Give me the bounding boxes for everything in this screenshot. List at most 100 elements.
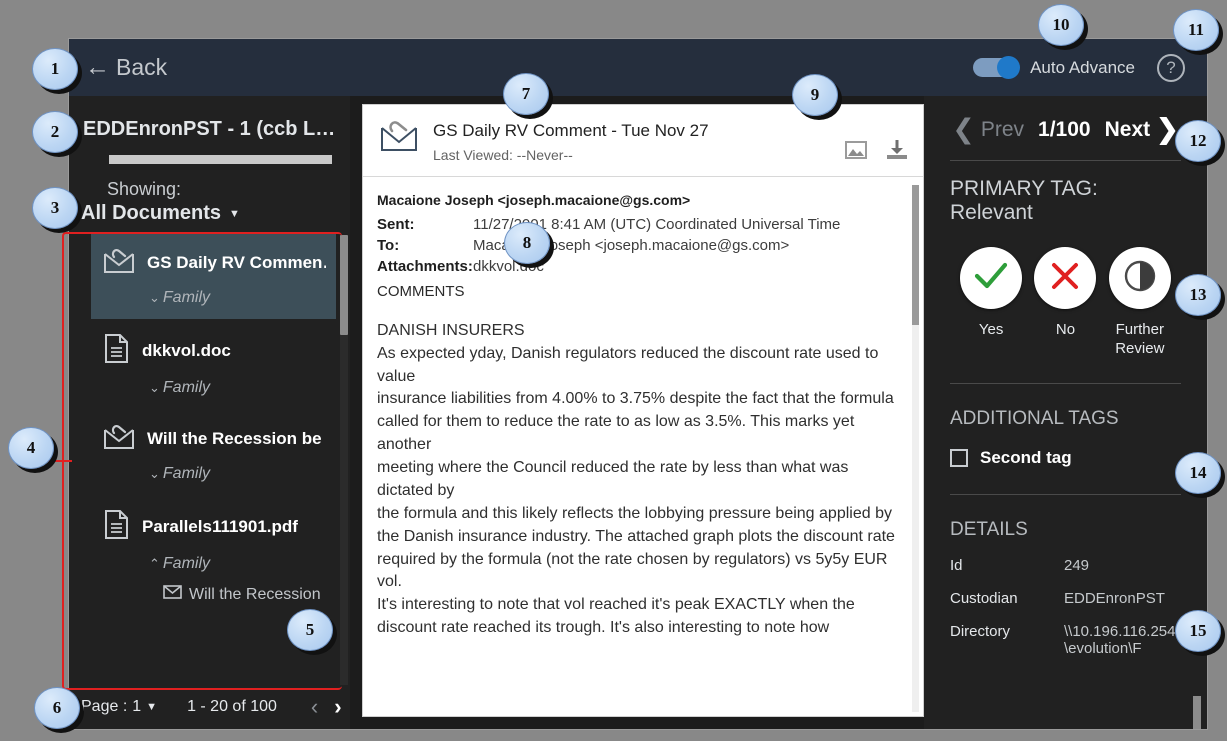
email-attachments-row: Attachments: dkkvol.doc	[377, 256, 901, 277]
email-to-row: To: Macaione Joseph <joseph.macaione@gs.…	[377, 235, 901, 256]
sidebar-title: EDDEnronPST - 1 (ccb L…	[83, 118, 336, 140]
document-filter-value: All Documents	[81, 202, 222, 224]
check-icon	[973, 261, 1009, 296]
document-list-scrollbar[interactable]	[340, 235, 348, 685]
details-key: Directory	[950, 622, 1011, 640]
email-body: DANISH INSURERS As expected yday, Danish…	[377, 321, 895, 637]
callout-14: 14	[1175, 452, 1221, 494]
email-to-key: To:	[377, 237, 400, 255]
viewer-scrollbar[interactable]	[912, 185, 919, 712]
callout-15: 15	[1175, 610, 1221, 652]
application-body: EDDEnronPST - 1 (ccb L… Showing: All Doc…	[69, 96, 1207, 729]
primary-tag-label: PRIMARY TAG: Relevant	[950, 177, 1098, 224]
divider	[950, 493, 1181, 495]
list-item[interactable]: Will the Recession be … ⌄ Family	[91, 409, 336, 495]
family-toggle[interactable]: ⌄ Family	[149, 289, 326, 307]
family-toggle[interactable]: ⌄ Family	[149, 465, 326, 483]
document-navigation: ❮ Prev 1/100 Next ❯	[950, 114, 1181, 145]
details-table: Id 249 Custodian EDDEnronPST Directory \…	[950, 557, 1181, 657]
help-icon[interactable]: ?	[1157, 53, 1185, 82]
auto-advance-toggle[interactable]	[973, 56, 1021, 79]
cross-icon	[1049, 261, 1081, 296]
viewer-actions	[845, 119, 909, 166]
family-toggle[interactable]: ⌄ Family	[149, 379, 326, 397]
document-icon	[103, 509, 130, 545]
document-viewer: GS Daily RV Comment - Tue Nov 27 Last Vi…	[362, 104, 924, 717]
tag-yes-circle	[960, 247, 1023, 309]
list-item[interactable]: GS Daily RV Commen… ⌄ Family	[91, 233, 336, 319]
second-tag-checkbox[interactable]	[950, 448, 968, 467]
prev-label: Prev	[980, 118, 1025, 141]
second-tag-checkbox-row[interactable]: Second tag	[950, 448, 1181, 468]
next-document-button[interactable]: Next ❯	[1104, 116, 1179, 143]
family-label: Family	[162, 555, 211, 572]
email-from: Macaione Joseph <joseph.macaione@gs.com>	[377, 192, 691, 208]
callout-8: 8	[504, 222, 550, 264]
tag-no-circle	[1034, 247, 1097, 309]
next-label: Next	[1104, 118, 1151, 141]
tag-further-review-button[interactable]: Further Review	[1103, 247, 1177, 359]
page-range-label: 1 - 20 of 100	[187, 698, 277, 715]
viewer-header: GS Daily RV Comment - Tue Nov 27 Last Vi…	[363, 105, 923, 177]
auto-advance-toggle-group[interactable]: Auto Advance	[973, 56, 1135, 79]
list-item-child[interactable]: Will the Recession	[163, 585, 326, 604]
application-window: ← Back Auto Advance ? EDDEnronPST - 1 (c…	[68, 38, 1208, 730]
list-item-label: GS Daily RV Commen…	[147, 253, 326, 272]
callout-7: 7	[503, 73, 549, 115]
back-button[interactable]: ← Back	[69, 54, 167, 81]
envelope-icon	[163, 585, 182, 604]
contrast-half-circle-icon	[1123, 259, 1157, 298]
showing-label: Showing:	[107, 179, 182, 199]
review-panel-scrollbar[interactable]	[1193, 696, 1201, 729]
progress-bar	[109, 155, 332, 164]
family-label: Family	[162, 289, 211, 306]
callout-1: 1	[32, 48, 78, 90]
callout-9: 9	[792, 74, 838, 116]
divider	[950, 382, 1181, 384]
chevron-down-icon: ⌄	[149, 290, 160, 305]
family-toggle[interactable]: ⌃ Family	[149, 555, 326, 573]
chevron-down-icon: ▼	[229, 207, 240, 220]
help-glyph: ?	[1166, 57, 1176, 77]
tag-no-button[interactable]: No	[1028, 247, 1102, 359]
list-item-row: Will the Recession be …	[103, 423, 326, 455]
list-item-label: dkkvol.doc	[142, 341, 231, 360]
pagination-arrows: ‹ ›	[311, 694, 342, 720]
chevron-down-icon: ⌄	[149, 466, 160, 481]
top-bar: ← Back Auto Advance ?	[69, 39, 1207, 96]
list-item-child-label: Will the Recession	[189, 585, 321, 603]
email-sent-row: Sent: 11/27/2001 8:41 AM (UTC) Coordinat…	[377, 214, 901, 235]
email-header: Macaione Joseph <joseph.macaione@gs.com>…	[377, 191, 901, 278]
primary-tag-buttons: Yes No Further Review	[950, 247, 1181, 359]
list-item-row: GS Daily RV Commen…	[103, 247, 326, 279]
details-title: DETAILS	[950, 518, 1028, 540]
download-icon[interactable]	[885, 139, 909, 166]
document-filter-dropdown[interactable]: All Documents ▼	[69, 200, 350, 225]
chevron-up-icon: ⌃	[149, 556, 160, 571]
divider	[950, 160, 1181, 161]
tag-yes-button[interactable]: Yes	[954, 247, 1028, 359]
document-title: GS Daily RV Comment - Tue Nov 27	[433, 121, 709, 140]
scrollbar-thumb[interactable]	[912, 185, 919, 325]
page-number: 1	[132, 698, 142, 715]
callout-5: 5	[287, 609, 333, 651]
details-row: Directory \\10.196.116.254\evolution\F	[950, 623, 1181, 657]
scrollbar-thumb[interactable]	[340, 235, 348, 335]
list-item-label: Will the Recession be …	[147, 429, 326, 448]
previous-page-icon[interactable]: ‹	[311, 694, 318, 720]
details-key: Id	[950, 556, 963, 574]
page-selector[interactable]: Page : 1 ▼	[81, 698, 157, 716]
callout-11: 11	[1173, 9, 1219, 51]
list-item[interactable]: dkkvol.doc ⌄ Family	[91, 319, 336, 409]
list-item[interactable]: Parallels111901.pdf ⌃ Family Will the Re…	[91, 495, 336, 616]
back-button-label: Back	[116, 54, 168, 80]
image-icon[interactable]	[845, 140, 867, 165]
back-arrow-icon: ←	[85, 53, 110, 81]
prev-document-button[interactable]: ❮ Prev	[952, 114, 1025, 145]
next-page-icon[interactable]: ›	[334, 694, 341, 720]
chevron-left-icon: ❮	[952, 114, 975, 145]
mail-attachment-icon	[379, 119, 419, 158]
auto-advance-label: Auto Advance	[1030, 57, 1135, 77]
email-comments-label: COMMENTS	[377, 282, 465, 300]
list-item-row: dkkvol.doc	[103, 333, 326, 369]
